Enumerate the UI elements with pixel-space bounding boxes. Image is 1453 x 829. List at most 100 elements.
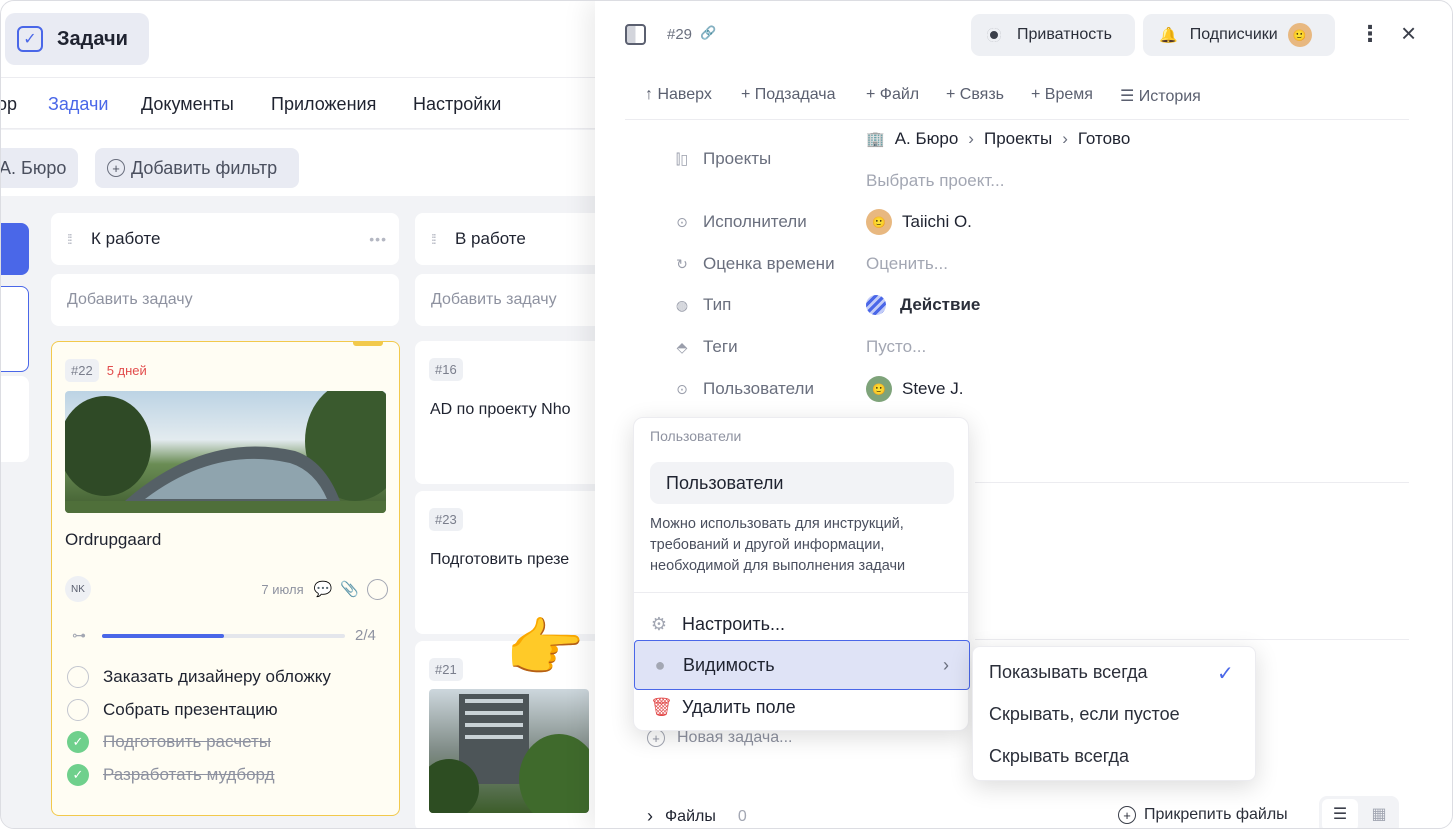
add-circle-icon: + (1118, 806, 1136, 824)
type-value[interactable]: Действие (866, 295, 980, 315)
visibility-menu-item[interactable]: ● Видимость › (634, 640, 970, 690)
progress-fill (102, 633, 224, 638)
project-breadcrumb[interactable]: 🏢 А. Бюро › Проекты › Готово (866, 129, 1130, 149)
files-section-toggle[interactable]: › Файлы 0 (647, 806, 747, 827)
configure-menu-item[interactable]: ⚙ Настроить... (634, 603, 970, 645)
breadcrumb-item[interactable]: Готово (1078, 129, 1131, 149)
action-time[interactable]: + Время (1031, 86, 1093, 104)
action-file[interactable]: + Файл (866, 86, 919, 104)
task-type-icon (625, 24, 646, 45)
visibility-option-always[interactable]: Показывать всегда (989, 662, 1147, 683)
checklist-item[interactable]: Собрать презентацию (67, 698, 278, 721)
eye-icon (987, 28, 1001, 42)
eye-icon: ● (654, 654, 666, 675)
column-title: К работе (91, 229, 161, 248)
checklist-item-text: Собрать презентацию (103, 699, 278, 719)
new-subtask[interactable]: + Новая задача... (647, 729, 792, 747)
column-header-in-progress[interactable]: ⁞⁞ В работе (415, 213, 615, 265)
filter-bar: А. Бюро + Добавить фильтр (1, 130, 601, 196)
checklist-item[interactable]: Заказать дизайнеру обложку (67, 666, 331, 688)
nav-item-tasks[interactable]: Задачи (48, 94, 108, 115)
checklist-item[interactable]: ✓ Разработать мудборд (67, 763, 275, 786)
field-name-input[interactable]: Пользователи (650, 462, 954, 504)
user-avatar: 🙂 (866, 376, 892, 402)
card-title: Подготовить презе (430, 551, 570, 568)
building-icon: 🏢 (866, 131, 885, 148)
estimate-value[interactable]: Оценить... (866, 254, 948, 274)
app-switcher-button[interactable]: ✓ Задачи (5, 13, 149, 65)
nav-item-overview[interactable]: ор (1, 94, 17, 115)
add-task-in-progress[interactable]: Добавить задачу (415, 274, 615, 326)
drag-handle-icon[interactable]: ⁞⁞ (431, 232, 441, 246)
prev-column-card[interactable] (1, 286, 29, 372)
tag-icon: ⬘ (676, 338, 688, 355)
field-label-type: ◍ Тип (673, 295, 731, 315)
task-card-22[interactable]: #22 5 дней Ordrupgaard NK 7 июля 💬 📎 ⊶ 2… (51, 341, 400, 816)
action-link[interactable]: + Связь (946, 86, 1004, 104)
files-count: 0 (737, 807, 747, 825)
nav-item-apps[interactable]: Приложения (271, 94, 376, 115)
checklist-item-text: Подготовить расчеты (103, 732, 272, 751)
app-title: Задачи (57, 27, 128, 50)
users-value[interactable]: 🙂 Steve J. (866, 376, 963, 402)
column-title: В работе (455, 229, 526, 248)
more-vertical-icon[interactable]: ⋮ (1359, 21, 1381, 47)
unchecked-circle-icon[interactable] (67, 666, 89, 688)
drag-handle-icon[interactable]: ⁞⁞ (67, 232, 77, 246)
breadcrumb-item[interactable]: Проекты (984, 129, 1052, 149)
checked-circle-icon[interactable]: ✓ (67, 731, 89, 753)
prev-column-header[interactable] (1, 223, 29, 275)
assignee-avatar: NK (65, 576, 91, 602)
view-toggle: ☰ ▦ (1319, 796, 1399, 828)
delete-field-menu-item[interactable]: 🗑 Удалить поле (634, 686, 970, 728)
visibility-submenu: Показывать всегда ✓ Скрывать, если пусто… (972, 646, 1256, 781)
add-filter-button[interactable]: + Добавить фильтр (95, 148, 299, 188)
type-icon: ◍ (675, 296, 689, 313)
column-header-todo[interactable]: ⁞⁞ К работе ••• (51, 213, 399, 265)
field-label-users[interactable]: ⊙ Пользователи (673, 379, 814, 399)
action-up[interactable]: ↑ Наверх (645, 86, 712, 104)
assignee-avatar: 🙂 (866, 209, 892, 235)
prev-column-card[interactable] (1, 376, 29, 462)
field-label-tags: ⬘ Теги (673, 337, 738, 357)
link-icon[interactable]: 🔗 (700, 25, 716, 41)
task-id-badge: #23 (429, 508, 463, 531)
status-circle-icon[interactable] (367, 578, 388, 600)
privacy-button[interactable]: Приватность (971, 14, 1135, 56)
add-task-todo[interactable]: Добавить задачу (51, 274, 399, 326)
popup-title: Пользователи (650, 428, 742, 444)
nav-item-settings[interactable]: Настройки (413, 94, 501, 115)
field-description[interactable]: Можно использовать для инструкций, требо… (650, 514, 960, 577)
close-icon[interactable]: × (1401, 18, 1416, 49)
filter-chip[interactable]: А. Бюро (1, 148, 79, 188)
checklist-item[interactable]: ✓ Подготовить расчеты (67, 731, 271, 753)
more-icon[interactable]: ••• (369, 231, 387, 247)
attach-files-button[interactable]: + Прикрепить файлы (1118, 806, 1288, 824)
kanban-board: ⁞⁞ К работе ••• Добавить задачу #22 5 дн… (1, 196, 615, 828)
nav-item-documents[interactable]: Документы (141, 94, 234, 115)
comment-icon: 💬 (313, 581, 333, 598)
subscribers-button[interactable]: 🔔 Подписчики 🙂 (1143, 14, 1335, 56)
unchecked-circle-icon[interactable] (67, 698, 89, 721)
visibility-option-hide-always[interactable]: Скрывать всегда (989, 746, 1129, 767)
action-history[interactable]: ☰ История (1120, 86, 1201, 106)
grid-view-icon[interactable]: ▦ (1362, 799, 1396, 828)
task-card-16[interactable]: #16 AD по проекту Nho (415, 341, 615, 484)
attachment-icon: 📎 (340, 581, 359, 598)
visibility-option-hide-empty[interactable]: Скрывать, если пустое (989, 704, 1180, 725)
action-subtask[interactable]: + Подзадача (741, 86, 836, 104)
files-label: Файлы (665, 807, 716, 825)
checked-circle-icon[interactable]: ✓ (67, 763, 89, 786)
subtasks-icon: ⊶ (72, 627, 86, 643)
subscribers-label: Подписчики (1189, 26, 1278, 43)
tags-value[interactable]: Пусто... (866, 337, 926, 357)
chevron-right-icon: › (968, 129, 974, 148)
card-image (65, 391, 386, 513)
list-view-icon[interactable]: ☰ (1322, 799, 1358, 828)
card-date: 7 июля (261, 581, 304, 597)
choose-project[interactable]: Выбрать проект... (866, 171, 1004, 191)
breadcrumb-item[interactable]: А. Бюро (895, 129, 959, 149)
task-id-badge: #22 (65, 359, 99, 382)
progress-text: 2/4 (355, 627, 376, 644)
assignee-value[interactable]: 🙂 Taiichi O. (866, 209, 972, 235)
